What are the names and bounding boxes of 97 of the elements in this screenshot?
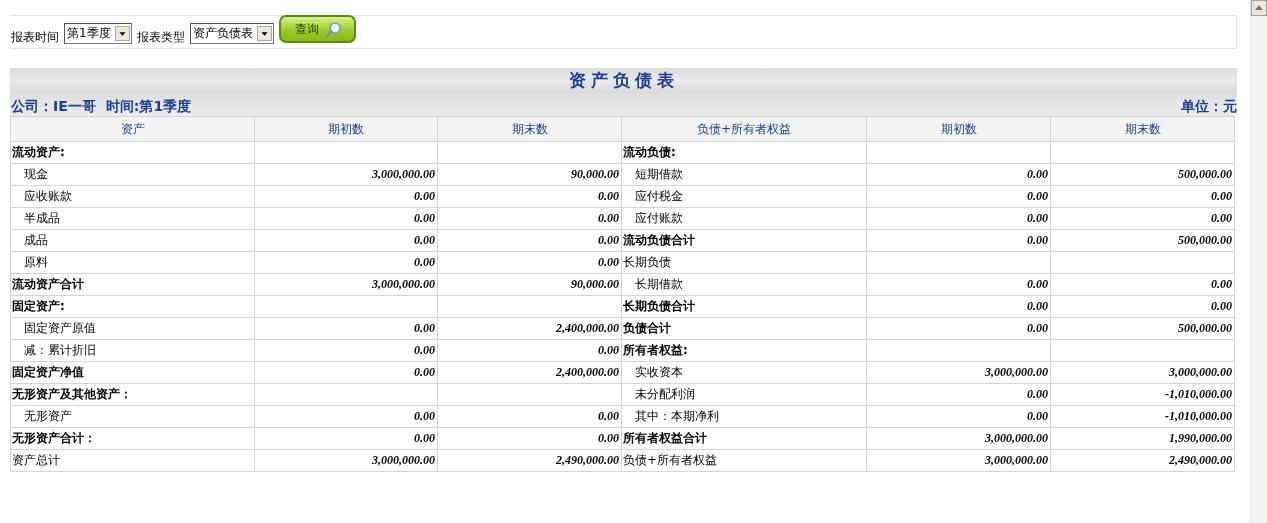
amount-cell: 0.00 [254,339,438,362]
account-label: 所有者权益: [623,342,688,359]
amount-cell: 0.00 [1050,185,1235,208]
filter-label: 报表类型 [136,29,185,46]
amount-cell: 0.00 [866,229,1051,252]
account-label: 原料 [23,254,48,271]
account-label: 负债合计 [623,320,671,337]
amount-cell: 0.00 [437,427,622,450]
amount-cell: 0.00 [437,405,622,428]
amount-cell: 3,000,000.00 [866,427,1051,450]
account-label: 长期负债合计 [623,298,695,315]
amount-cell: 0.00 [866,273,1051,296]
report-title: 资产负债表 [568,69,679,92]
account-label: 固定资产: [12,298,65,315]
amount-cell: 0.00 [866,383,1051,406]
amount-cell: -1,010,000.00 [1050,405,1235,428]
amount-cell: 3,000,000.00 [866,361,1051,384]
account-label: 无形资产及其他资产： [12,386,132,403]
amount-cell: 0.00 [1050,273,1235,296]
amount-cell: 2,400,000.00 [437,317,622,340]
account-label: 应付账款 [634,210,683,227]
account-label: 固定资产原值 [23,320,96,337]
amount-cell: 500,000.00 [1050,317,1235,340]
dropdown[interactable]: 资产负债表 [189,23,274,44]
dropdown[interactable]: 第1季度 [64,23,132,44]
amount-cell: 0.00 [437,339,622,362]
account-label: 长期负债 [623,254,671,271]
amount-cell: 0.00 [254,427,438,450]
account-label: 所有者权益合计 [623,430,707,447]
scroll-up-icon[interactable] [1251,0,1267,16]
amount-cell: 0.00 [254,185,438,208]
account-label: 减：累计折旧 [23,342,96,359]
search-icon [324,20,342,38]
amount-cell: 0.00 [254,361,438,384]
column-header: 期初数 [254,116,438,142]
amount-cell: 0.00 [254,405,438,428]
amount-cell: 0.00 [437,207,622,230]
amount-cell: 90,000.00 [437,273,622,296]
query-button[interactable]: 查询 [278,15,356,43]
amount-cell: -1,010,000.00 [1050,383,1235,406]
account-label: 无形资产 [23,408,72,425]
amount-cell: 0.00 [866,163,1051,186]
company-label: 公司：IE一哥 [11,98,96,116]
amount-cell: 0.00 [866,185,1051,208]
caret-icon [256,26,272,41]
filter-label: 报表时间 [11,29,59,46]
account-label: 未分配利润 [634,386,695,403]
account-label: 应付税金 [634,188,683,205]
amount-cell: 3,000,000.00 [254,163,438,186]
amount-cell: 0.00 [437,185,622,208]
amount-cell: 0.00 [254,207,438,230]
account-label: 半成品 [23,210,60,227]
unit-label: 单位：元 [1181,98,1237,116]
amount-cell: 2,490,000.00 [1050,449,1235,472]
amount-cell: 500,000.00 [1050,229,1235,252]
column-header: 期末数 [1050,116,1235,142]
account-label: 长期借款 [634,276,683,293]
account-label: 其中：本期净利 [634,408,719,425]
amount-cell: 0.00 [866,405,1051,428]
column-header: 期初数 [866,116,1051,142]
amount-cell: 500,000.00 [1050,163,1235,186]
amount-cell: 2,400,000.00 [437,361,622,384]
amount-cell: 0.00 [254,229,438,252]
amount-cell: 0.00 [866,295,1051,318]
amount-cell: 0.00 [254,251,438,274]
amount-cell: 90,000.00 [437,163,622,186]
account-label: 实收资本 [634,364,683,381]
amount-cell: 0.00 [437,251,622,274]
account-label: 成品 [23,232,48,249]
account-label: 现金 [23,166,48,183]
account-label: 资产总计 [12,452,60,469]
account-label: 无形资产合计： [12,430,96,447]
account-label: 应收账款 [23,188,72,205]
amount-cell: 2,490,000.00 [437,449,622,472]
column-header: 负债+所有者权益 [621,116,867,142]
amount-cell: 0.00 [1050,207,1235,230]
account-label: 流动资产合计 [12,276,84,293]
account-label: 短期借款 [634,166,683,183]
amount-cell: 1,990,000.00 [1050,427,1235,450]
account-label: 固定资产净值 [12,364,84,381]
amount-cell: 0.00 [254,317,438,340]
period-label: 时间:第1季度 [105,98,192,116]
account-label: 负债+所有者权益 [623,452,718,469]
amount-cell: 3,000,000.00 [1050,361,1235,384]
account-label: 流动负债: [623,144,676,161]
account-label: 流动资产: [12,144,65,161]
amount-cell: 3,000,000.00 [866,449,1051,472]
amount-cell: 0.00 [1050,295,1235,318]
amount-cell: 3,000,000.00 [254,273,438,296]
amount-cell: 0.00 [437,229,622,252]
amount-cell: 0.00 [866,317,1051,340]
caret-icon [114,26,130,41]
column-header: 资产 [10,116,255,142]
amount-cell: 0.00 [866,207,1051,230]
amount-cell: 3,000,000.00 [254,449,438,472]
column-header: 期末数 [437,116,622,142]
account-label: 流动负债合计 [623,232,695,249]
